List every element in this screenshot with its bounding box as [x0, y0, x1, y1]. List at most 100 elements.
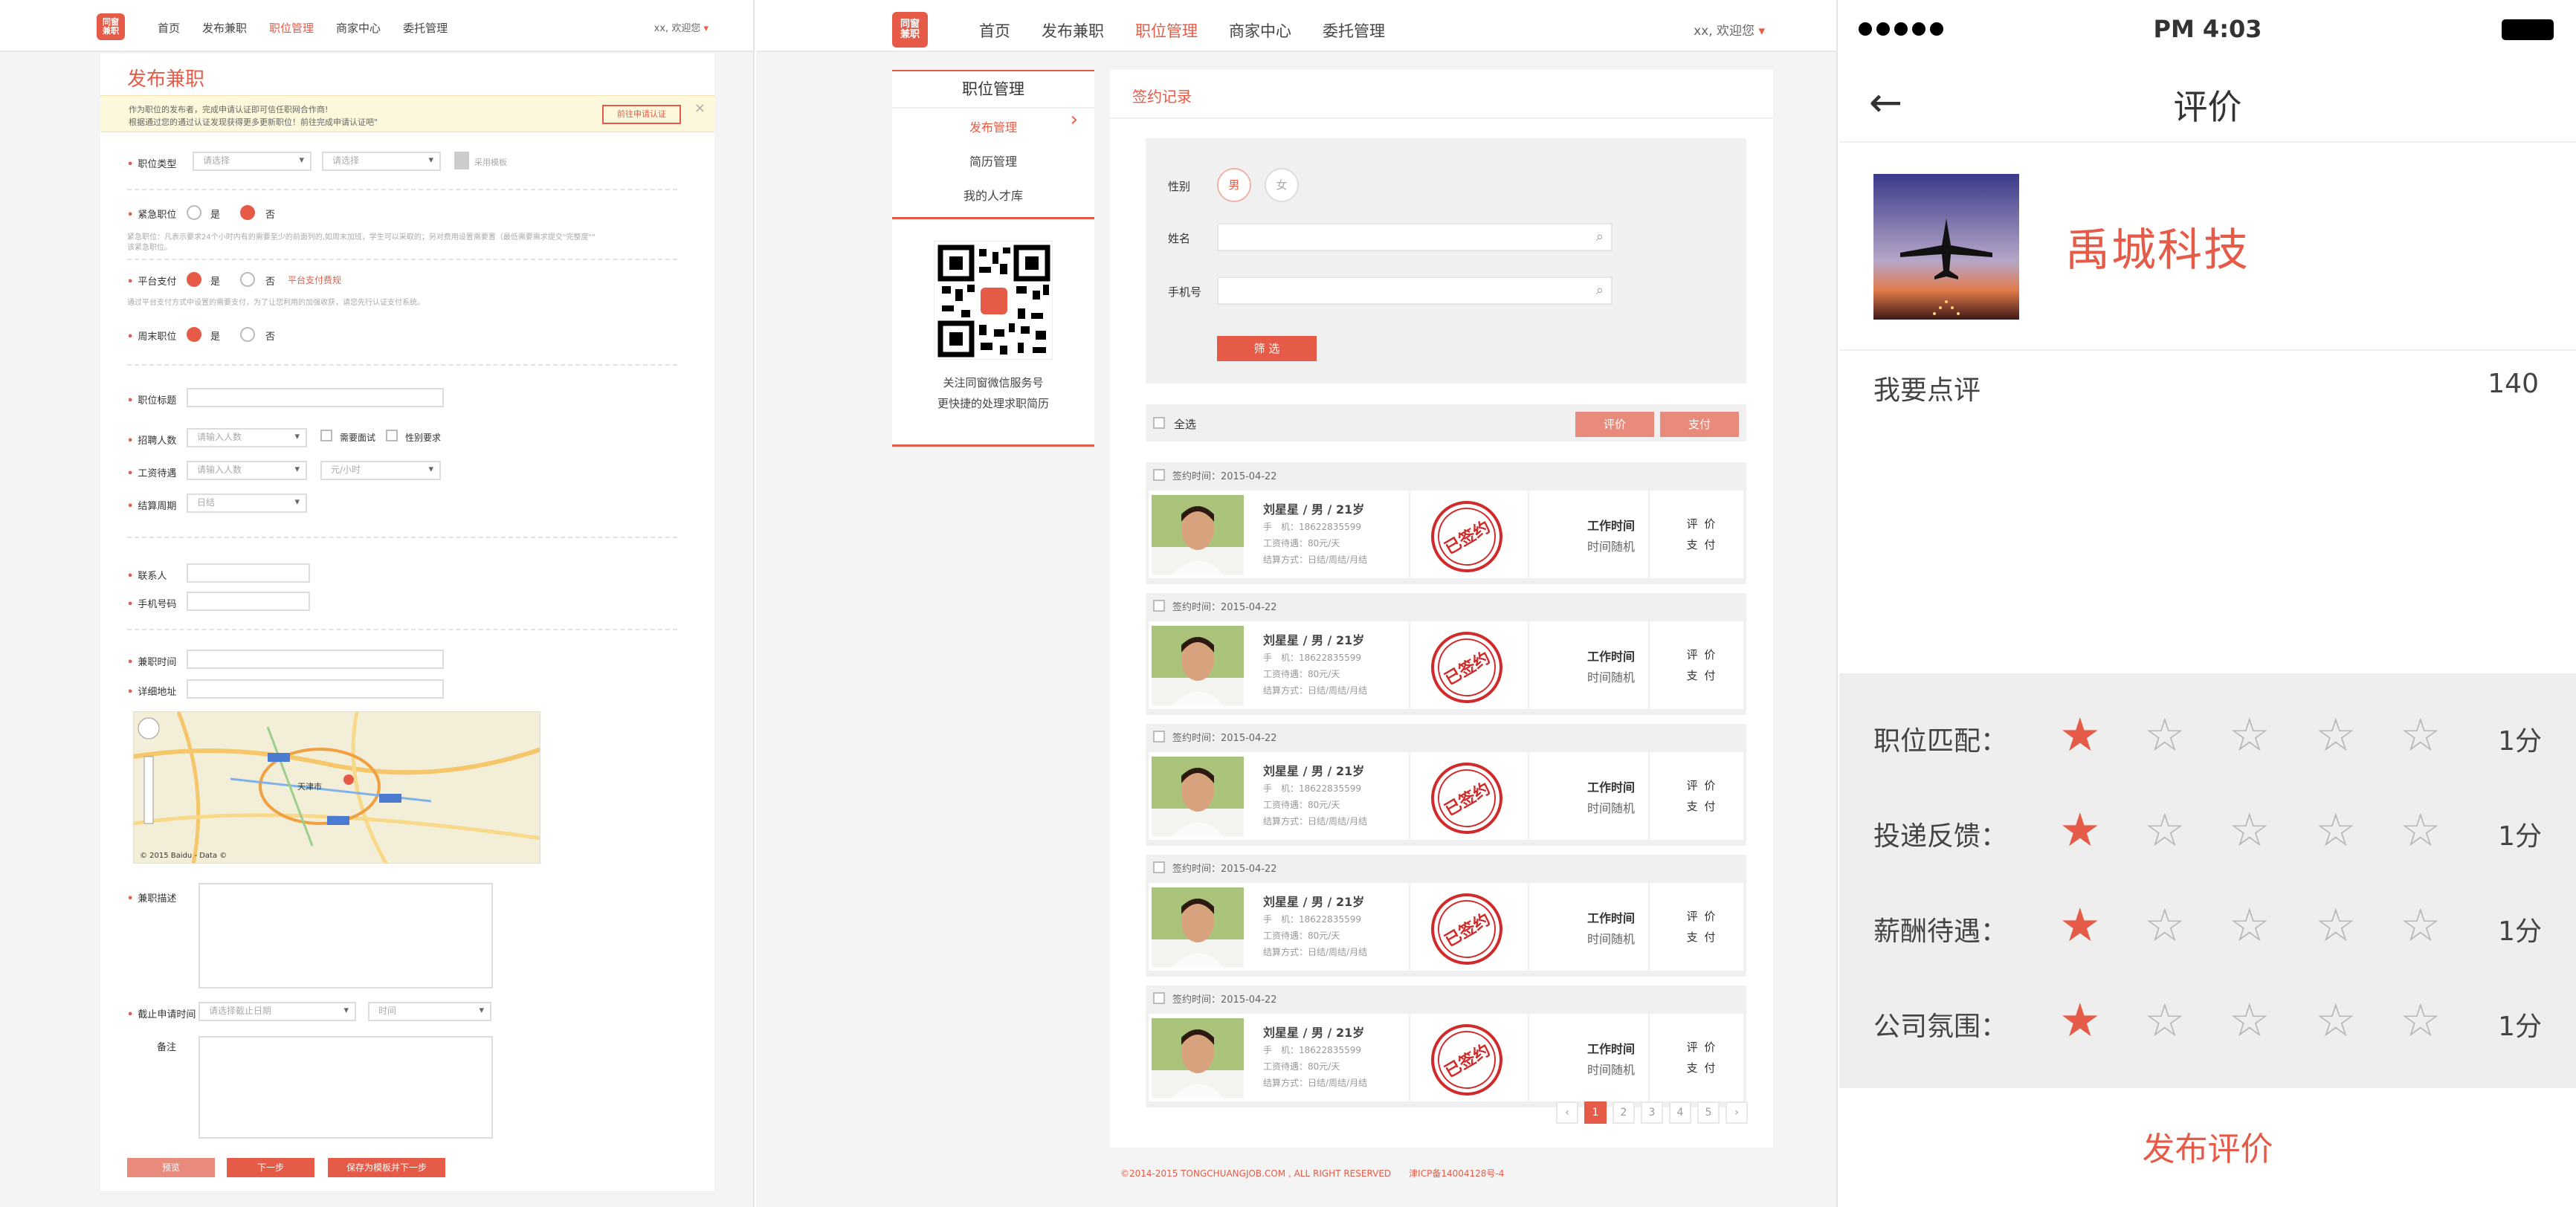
page-3-button[interactable]: 3 — [1641, 1101, 1663, 1124]
apply-certify-button[interactable]: 前往申请认证 — [602, 105, 681, 124]
close-icon[interactable]: × — [694, 100, 706, 116]
page-5-button[interactable]: 5 — [1697, 1101, 1720, 1124]
star-icon[interactable]: ☆ — [2144, 902, 2186, 948]
star-icon[interactable]: ☆ — [2229, 997, 2270, 1043]
record-review-link[interactable]: 评 价 — [1663, 777, 1740, 793]
headcount-select[interactable]: 请输入人数 — [187, 428, 307, 447]
deadline-date-select[interactable]: 请选择截止日期 — [198, 1002, 356, 1021]
record-review-link[interactable]: 评 价 — [1663, 516, 1740, 531]
nav-home[interactable]: 首页 — [158, 20, 180, 36]
star-icon[interactable]: ☆ — [2229, 712, 2270, 758]
pay-button[interactable]: 支付 — [1660, 412, 1739, 437]
site-logo[interactable]: 同窗 兼职 — [892, 12, 928, 48]
preview-button[interactable]: 预览 — [127, 1158, 215, 1177]
nav-delegate[interactable]: 委托管理 — [1323, 19, 1385, 42]
star-icon[interactable]: ☆ — [2315, 807, 2357, 853]
nav-merchant[interactable]: 商家中心 — [336, 20, 381, 36]
job-title-input[interactable] — [187, 388, 444, 407]
star-icon[interactable]: ☆ — [2144, 712, 2186, 758]
nav-job-manage[interactable]: 职位管理 — [1135, 19, 1198, 42]
publish-review-button[interactable]: 发布评价 — [1839, 1122, 2576, 1170]
page-next-button[interactable]: › — [1726, 1101, 1748, 1124]
star-icon[interactable]: ☆ — [2400, 807, 2441, 853]
save-template-next-button[interactable]: 保存为模板并下一步 — [328, 1158, 445, 1177]
star-icon[interactable]: ☆ — [2400, 712, 2441, 758]
weekend-no-radio[interactable] — [240, 327, 255, 342]
nav-job-manage[interactable]: 职位管理 — [269, 20, 314, 36]
select-all-checkbox[interactable] — [1153, 417, 1165, 429]
record-pay-link[interactable]: 支 付 — [1663, 929, 1740, 945]
review-textarea[interactable] — [1839, 416, 2576, 669]
desc-textarea[interactable] — [198, 883, 493, 988]
filter-button[interactable]: 筛 选 — [1217, 336, 1317, 361]
record-checkbox[interactable] — [1153, 861, 1165, 873]
record-checkbox[interactable] — [1153, 600, 1165, 612]
gender-req-checkbox[interactable] — [386, 430, 398, 441]
platform-rules-link[interactable]: 平台支付费规 — [288, 274, 341, 286]
star-icon[interactable]: ☆ — [2144, 997, 2186, 1043]
star-icon[interactable]: ☆ — [2229, 902, 2270, 948]
page-1-button[interactable]: 1 — [1584, 1101, 1607, 1124]
page-4-button[interactable]: 4 — [1669, 1101, 1691, 1124]
location-map[interactable]: 天津市 © 2015 Baidu - Data © — [133, 711, 540, 864]
record-review-link[interactable]: 评 价 — [1663, 647, 1740, 662]
star-icon[interactable]: ☆ — [2315, 902, 2357, 948]
site-logo[interactable]: 同窗 兼职 — [97, 13, 125, 40]
urgent-yes-radio[interactable] — [187, 205, 201, 220]
record-pay-link[interactable]: 支 付 — [1663, 667, 1740, 683]
record-review-link[interactable]: 评 价 — [1663, 908, 1740, 924]
weekend-yes-radio[interactable] — [187, 327, 201, 342]
record-review-link[interactable]: 评 价 — [1663, 1039, 1740, 1055]
job-type-select-2[interactable]: 请选择 — [322, 152, 441, 171]
record-checkbox[interactable] — [1153, 992, 1165, 1004]
review-button[interactable]: 评价 — [1575, 412, 1654, 437]
gender-female-button[interactable]: 女 — [1265, 168, 1299, 202]
mobile-input[interactable]: ⌕ — [1217, 276, 1613, 305]
gender-male-button[interactable]: 男 — [1217, 168, 1251, 202]
platform-yes-radio[interactable] — [187, 272, 201, 287]
company-card[interactable]: 禹城科技 — [1839, 143, 2576, 351]
contact-input[interactable] — [187, 563, 310, 583]
welcome-dropdown[interactable]: xx, 欢迎您 ▾ — [1694, 20, 1765, 39]
star-icon[interactable]: ★ — [2059, 997, 2101, 1043]
page-prev-button[interactable]: ‹ — [1556, 1101, 1578, 1124]
template-icon[interactable] — [454, 152, 469, 169]
sidebar-item-talent[interactable]: 我的人才库 — [892, 186, 1094, 204]
remark-textarea[interactable] — [198, 1036, 493, 1139]
nav-merchant[interactable]: 商家中心 — [1229, 19, 1291, 42]
record-checkbox[interactable] — [1153, 731, 1165, 742]
job-type-select-1[interactable]: 请选择 — [193, 152, 311, 171]
record-pay-link[interactable]: 支 付 — [1663, 1060, 1740, 1075]
need-interview-checkbox[interactable] — [320, 430, 332, 441]
star-icon[interactable]: ★ — [2059, 902, 2101, 948]
star-icon[interactable]: ☆ — [2229, 807, 2270, 853]
platform-no-radio[interactable] — [240, 272, 255, 287]
star-icon[interactable]: ☆ — [2315, 997, 2357, 1043]
star-icon[interactable]: ★ — [2059, 712, 2101, 758]
star-icon[interactable]: ★ — [2059, 807, 2101, 853]
address-input[interactable] — [187, 679, 444, 699]
nav-publish[interactable]: 发布兼职 — [1042, 19, 1104, 42]
urgent-no-radio[interactable] — [240, 205, 255, 220]
salary-unit-select[interactable]: 元/小时 — [320, 461, 441, 480]
settle-select[interactable]: 日结 — [187, 494, 307, 513]
next-button[interactable]: 下一步 — [227, 1158, 314, 1177]
star-icon[interactable]: ☆ — [2144, 807, 2186, 853]
page-2-button[interactable]: 2 — [1613, 1101, 1635, 1124]
phone-input[interactable] — [187, 592, 310, 611]
record-pay-link[interactable]: 支 付 — [1663, 537, 1740, 552]
use-template-link[interactable]: 采用模板 — [474, 156, 507, 168]
nav-delegate[interactable]: 委托管理 — [403, 20, 448, 36]
salary-input[interactable]: 请输入人数 — [187, 461, 307, 480]
nav-home[interactable]: 首页 — [979, 19, 1010, 42]
record-checkbox[interactable] — [1153, 469, 1165, 481]
star-icon[interactable]: ☆ — [2315, 712, 2357, 758]
sidebar-item-publish[interactable]: 发布管理 — [892, 117, 1094, 135]
star-icon[interactable]: ☆ — [2400, 997, 2441, 1043]
star-icon[interactable]: ☆ — [2400, 902, 2441, 948]
deadline-time-select[interactable]: 时间 — [368, 1002, 491, 1021]
worktime-input[interactable] — [187, 650, 444, 669]
welcome-dropdown[interactable]: xx, 欢迎您 ▾ — [654, 20, 708, 34]
record-pay-link[interactable]: 支 付 — [1663, 798, 1740, 814]
name-input[interactable]: ⌕ — [1217, 223, 1613, 251]
